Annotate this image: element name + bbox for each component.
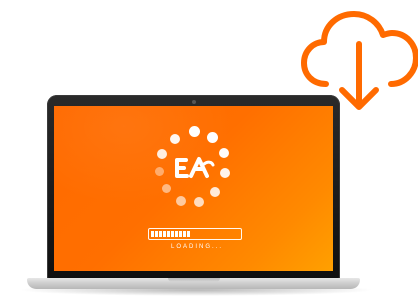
spinner-dot (170, 134, 180, 144)
spinner-dot (176, 196, 186, 206)
spinner-dot (155, 167, 164, 176)
laptop-base (27, 278, 360, 289)
base-notch (168, 278, 220, 282)
spinner-dot (220, 168, 230, 178)
spinner-dot (219, 148, 229, 158)
laptop-lid: LOADING... (47, 95, 340, 279)
spinner-dot (157, 149, 167, 159)
spinner-dot (210, 187, 220, 197)
app-logo-icon (175, 157, 215, 178)
scene: LOADING... (0, 0, 418, 298)
spinner-dot (207, 132, 218, 143)
webcam (192, 100, 196, 104)
spinner-dot (189, 126, 200, 137)
laptop-screen: LOADING... (54, 106, 333, 271)
spinner-dot (162, 184, 171, 193)
progress-fill (151, 231, 191, 237)
loading-spinner-icon (152, 126, 236, 210)
progress-bar (148, 228, 242, 240)
spinner-dot (194, 197, 204, 207)
loading-text: LOADING... (170, 244, 223, 250)
